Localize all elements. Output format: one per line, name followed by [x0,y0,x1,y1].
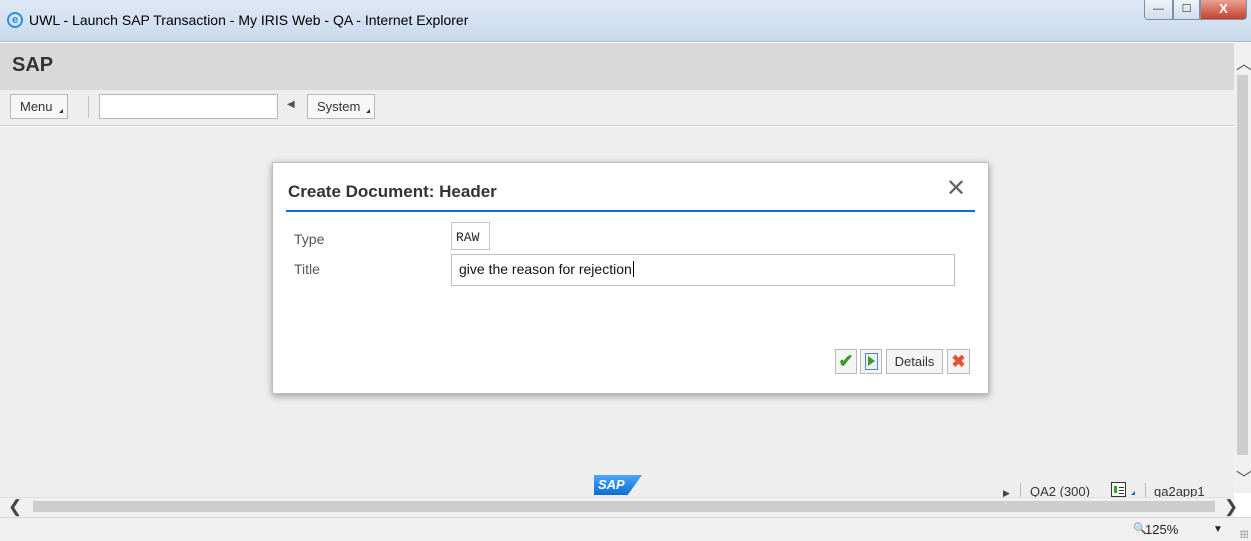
close-window-button[interactable]: X [1200,0,1247,20]
scroll-right-icon[interactable]: ❯ [1224,497,1238,517]
cancel-button[interactable]: ✖ [947,349,970,374]
text-caret [632,261,634,277]
green-arrow-icon [868,356,875,366]
system-menu-button[interactable]: System [307,94,376,119]
zoom-dropdown-icon[interactable]: ▼ [1213,524,1223,535]
resize-grip-icon[interactable] [1240,530,1248,538]
dialog-title-underline [286,210,975,212]
horizontal-scrollbar-thumb[interactable] [33,501,1215,512]
window-title: UWL - Launch SAP Transaction - My IRIS W… [29,12,469,28]
toolbar-separator [88,96,89,118]
sap-toolbar: Menu ◀ System [0,90,1234,126]
system-info-dropdown-icon[interactable] [1131,491,1135,495]
details-button[interactable]: Details [886,349,943,374]
create-document-dialog: Create Document: Header ✕ Type RAW Title… [272,162,989,394]
title-input[interactable]: give the reason for rejection [451,254,955,286]
type-field[interactable]: RAW [451,222,490,250]
sap-brand-title: SAP [12,54,54,76]
window-controls: — ☐ X [1144,0,1247,20]
scroll-down-icon[interactable]: ﹀ [1236,465,1251,489]
menu-button[interactable]: Menu [10,94,68,119]
window-title-bar: e UWL - Launch SAP Transaction - My IRIS… [0,0,1251,42]
confirm-button[interactable]: ✔ [835,349,857,374]
scroll-left-icon[interactable]: ❮ [8,497,22,517]
type-label: Type [294,231,325,247]
vertical-scrollbar-thumb[interactable] [1237,75,1248,455]
system-info-icon[interactable] [1111,482,1126,497]
title-input-value: give the reason for rejection [459,261,632,277]
maximize-button[interactable]: ☐ [1173,0,1200,20]
internet-explorer-icon: e [7,12,23,28]
sap-header: SAP [0,43,1234,90]
scroll-up-icon[interactable]: ︿ [1236,50,1251,74]
collapse-command-field-icon[interactable]: ◀ [287,99,295,110]
browser-status-bar [0,517,1251,541]
zoom-level[interactable]: 125% [1145,522,1178,537]
document-transfer-button[interactable] [860,349,882,374]
minimize-button[interactable]: — [1144,0,1173,20]
title-label: Title [294,261,320,277]
dialog-title: Create Document: Header [288,182,497,201]
command-field[interactable] [99,94,278,119]
dialog-close-icon[interactable]: ✕ [946,177,966,201]
